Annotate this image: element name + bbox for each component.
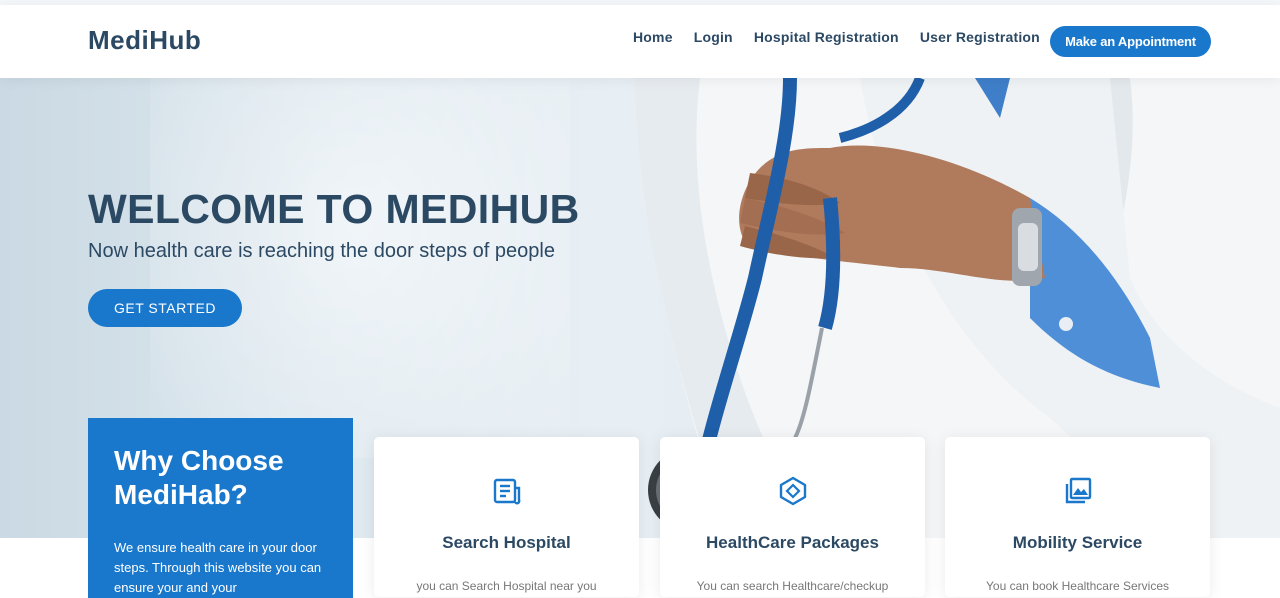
nav-hospital-registration[interactable]: Hospital Registration	[754, 29, 899, 45]
why-choose-text: We ensure health care in your door steps…	[114, 540, 322, 595]
card-title: Mobility Service	[1012, 533, 1143, 552]
make-appointment-button[interactable]: Make an Appointment	[1050, 26, 1211, 57]
nav-login[interactable]: Login	[694, 29, 733, 45]
why-choose-title: Why Choose MediHab?	[114, 445, 284, 510]
nav-home[interactable]: Home	[633, 29, 673, 45]
feature-card-search-hospital[interactable]: Search Hospital you can Search Hospital …	[374, 437, 639, 597]
card-title: Search Hospital	[442, 533, 571, 552]
hero-subtitle: Now health care is reaching the door ste…	[88, 240, 555, 262]
feature-card-mobility-service[interactable]: Mobility Service You can book Healthcare…	[945, 437, 1210, 597]
main-nav: Home Login Hospital Registration User Re…	[633, 29, 1040, 45]
hexagon-cube-icon	[779, 476, 807, 506]
feature-card-healthcare-packages[interactable]: HealthCare Packages You can search Healt…	[660, 437, 925, 597]
why-choose-box: Why Choose MediHab? We ensure health car…	[88, 418, 353, 598]
site-logo[interactable]: MediHub	[88, 25, 201, 56]
card-text: you can Search Hospital near you	[416, 579, 597, 593]
nav-user-registration[interactable]: User Registration	[920, 29, 1040, 45]
hero-title: WELCOME TO MEDIHUB	[88, 186, 580, 232]
card-title: HealthCare Packages	[706, 533, 879, 552]
document-list-icon	[493, 478, 521, 505]
get-started-button[interactable]: GET STARTED	[88, 289, 242, 327]
card-text: You can search Healthcare/checkup	[696, 579, 889, 593]
site-header: MediHub Home Login Hospital Registration…	[0, 5, 1280, 78]
card-text: You can book Healthcare Services	[986, 579, 1169, 593]
image-stack-icon	[1065, 477, 1092, 504]
